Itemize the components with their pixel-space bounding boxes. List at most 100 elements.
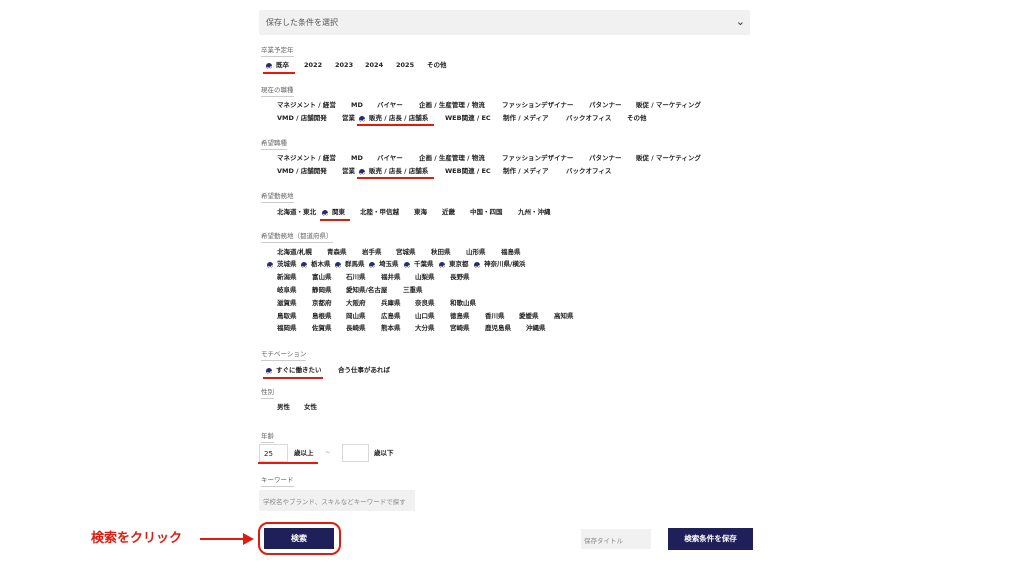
prefecture-option[interactable]: 山形県 [466, 248, 486, 257]
prefecture-option-selected[interactable]: 千葉県 [414, 260, 434, 269]
current-job-option[interactable]: MD [351, 101, 363, 110]
prefecture-option[interactable]: 静岡県 [312, 286, 332, 295]
area-option[interactable]: 近畿 [442, 208, 455, 217]
gender-option-female[interactable]: 女性 [304, 403, 317, 412]
current-job-option[interactable]: 販促 / マーケティング [636, 101, 701, 110]
motivation-option-work-now-selected[interactable]: すぐに働きたい [276, 366, 322, 375]
graduation-option-kisotsu[interactable]: 既卒 [276, 61, 289, 70]
current-job-option[interactable]: パタンナー [589, 101, 622, 110]
current-job-option[interactable]: 制作 / メディア [503, 114, 548, 123]
save-conditions-button[interactable]: 検索条件を保存 [668, 528, 753, 550]
prefecture-option[interactable]: 長崎県 [346, 324, 366, 333]
current-job-option[interactable]: ファッションデザイナー [502, 101, 573, 110]
prefecture-option[interactable]: 兵庫県 [381, 299, 401, 308]
prefecture-option[interactable]: 佐賀県 [312, 324, 332, 333]
prefecture-option[interactable]: 広島県 [381, 312, 401, 321]
area-option[interactable]: 東海 [414, 208, 427, 217]
desired-job-option[interactable]: バイヤー [377, 154, 403, 163]
current-job-option[interactable]: 企画 / 生産管理 / 物流 [419, 101, 485, 110]
prefecture-option[interactable]: 宮城県 [396, 248, 416, 257]
prefecture-option[interactable]: 秋田県 [431, 248, 451, 257]
graduation-option-other[interactable]: その他 [427, 61, 447, 70]
desired-job-option[interactable]: VMD / 店舗開発 [277, 167, 327, 176]
desired-job-option[interactable]: ファッションデザイナー [502, 154, 573, 163]
desired-job-option[interactable]: 営業 [342, 167, 355, 176]
area-option-kanto-selected[interactable]: 関東 [332, 208, 345, 217]
prefecture-option[interactable]: 滋賀県 [277, 299, 297, 308]
prefecture-option[interactable]: 山口県 [415, 312, 435, 321]
prefecture-option[interactable]: 沖縄県 [526, 324, 546, 333]
prefecture-option[interactable]: 三重県 [403, 286, 423, 295]
desired-job-option[interactable]: 制作 / メディア [503, 167, 548, 176]
prefecture-option-selected[interactable]: 茨城県 [277, 260, 297, 269]
desired-job-option[interactable]: MD [351, 154, 363, 163]
gender-option-male[interactable]: 男性 [277, 403, 290, 412]
age-min-input[interactable]: 25 [259, 444, 288, 462]
prefecture-option[interactable]: 福井県 [381, 273, 401, 282]
prefecture-option[interactable]: 福岡県 [277, 324, 297, 333]
prefecture-option[interactable]: 鳥取県 [277, 312, 297, 321]
prefecture-option[interactable]: 鹿児島県 [485, 324, 511, 333]
prefecture-option-selected[interactable]: 埼玉県 [379, 260, 399, 269]
desired-job-option-sales-selected[interactable]: 販売 / 店長 / 店舗系 [369, 167, 428, 176]
prefecture-option[interactable]: 愛知県/名古屋 [346, 286, 387, 295]
desired-job-option[interactable]: バックオフィス [566, 167, 611, 176]
motivation-option[interactable]: 合う仕事があれば [338, 366, 390, 375]
desired-job-option[interactable]: 企画 / 生産管理 / 物流 [419, 154, 485, 163]
current-job-option[interactable]: VMD / 店舗開発 [277, 114, 327, 123]
desired-job-option[interactable]: マネジメント / 経営 [277, 154, 336, 163]
prefecture-option[interactable]: 徳島県 [450, 312, 470, 321]
desired-job-option[interactable]: 販促 / マーケティング [636, 154, 701, 163]
prefecture-option[interactable]: 岩手県 [362, 248, 382, 257]
area-option[interactable]: 中国・四国 [470, 208, 503, 217]
graduation-option-2025[interactable]: 2025 [396, 61, 414, 70]
area-option[interactable]: 九州・沖縄 [518, 208, 551, 217]
prefecture-option[interactable]: 岐阜県 [277, 286, 297, 295]
prefecture-option-selected[interactable]: 栃木県 [311, 260, 331, 269]
prefecture-option[interactable]: 和歌山県 [450, 299, 476, 308]
prefecture-option[interactable]: 熊本県 [381, 324, 401, 333]
prefecture-option[interactable]: 大阪府 [346, 299, 366, 308]
prefecture-option[interactable]: 石川県 [346, 273, 366, 282]
current-job-option-sales-selected[interactable]: 販売 / 店長 / 店舗系 [369, 114, 428, 123]
saved-conditions-select[interactable]: 保存した条件を選択 ⌄ [259, 10, 750, 35]
graduation-option-2024[interactable]: 2024 [365, 61, 383, 70]
search-button[interactable]: 検索 [264, 528, 334, 549]
current-job-option[interactable]: WEB関連 / EC [445, 114, 491, 123]
prefecture-option[interactable]: 新潟県 [277, 273, 297, 282]
prefecture-option-selected[interactable]: 神奈川県/横浜 [484, 260, 525, 269]
prefecture-option[interactable]: 富山県 [312, 273, 332, 282]
prefecture-option-selected[interactable]: 東京都 [449, 260, 469, 269]
prefecture-option[interactable]: 岡山県 [346, 312, 366, 321]
prefecture-option[interactable]: 青森県 [327, 248, 347, 257]
graduation-option-2022[interactable]: 2022 [304, 61, 322, 70]
age-max-input[interactable] [342, 444, 369, 462]
prefecture-option-selected[interactable]: 群馬県 [345, 260, 365, 269]
prefecture-option[interactable]: 福島県 [501, 248, 521, 257]
current-job-option[interactable]: マネジメント / 経営 [277, 101, 336, 110]
prefecture-option[interactable]: 愛媛県 [519, 312, 539, 321]
area-option[interactable]: 北陸・甲信越 [360, 208, 399, 217]
prefecture-option[interactable]: 京都府 [312, 299, 332, 308]
current-job-option[interactable]: バイヤー [377, 101, 403, 110]
prefecture-option[interactable]: 宮崎県 [450, 324, 470, 333]
prefecture-option[interactable]: 島根県 [312, 312, 332, 321]
highlight-underline [258, 462, 318, 464]
prefecture-option[interactable]: 大分県 [415, 324, 435, 333]
keyword-input[interactable]: 学校名やブランド、スキルなどキーワードで探す [259, 490, 415, 511]
desired-job-option[interactable]: WEB関連 / EC [445, 167, 491, 176]
graduation-option-2023[interactable]: 2023 [335, 61, 353, 70]
prefecture-option[interactable]: 奈良県 [415, 299, 435, 308]
prefecture-option[interactable]: 長野県 [450, 273, 470, 282]
check-icon [474, 262, 480, 268]
current-job-option[interactable]: 営業 [342, 114, 355, 123]
prefecture-option[interactable]: 山梨県 [415, 273, 435, 282]
current-job-option[interactable]: バックオフィス [566, 114, 611, 123]
save-title-input[interactable]: 保存タイトル [581, 529, 651, 549]
current-job-option[interactable]: その他 [627, 114, 647, 123]
prefecture-option[interactable]: 高知県 [554, 312, 574, 321]
prefecture-option[interactable]: 香川県 [485, 312, 505, 321]
prefecture-option[interactable]: 北海道/札幌 [277, 248, 312, 257]
desired-job-option[interactable]: パタンナー [589, 154, 622, 163]
area-option[interactable]: 北海道・東北 [277, 208, 316, 217]
